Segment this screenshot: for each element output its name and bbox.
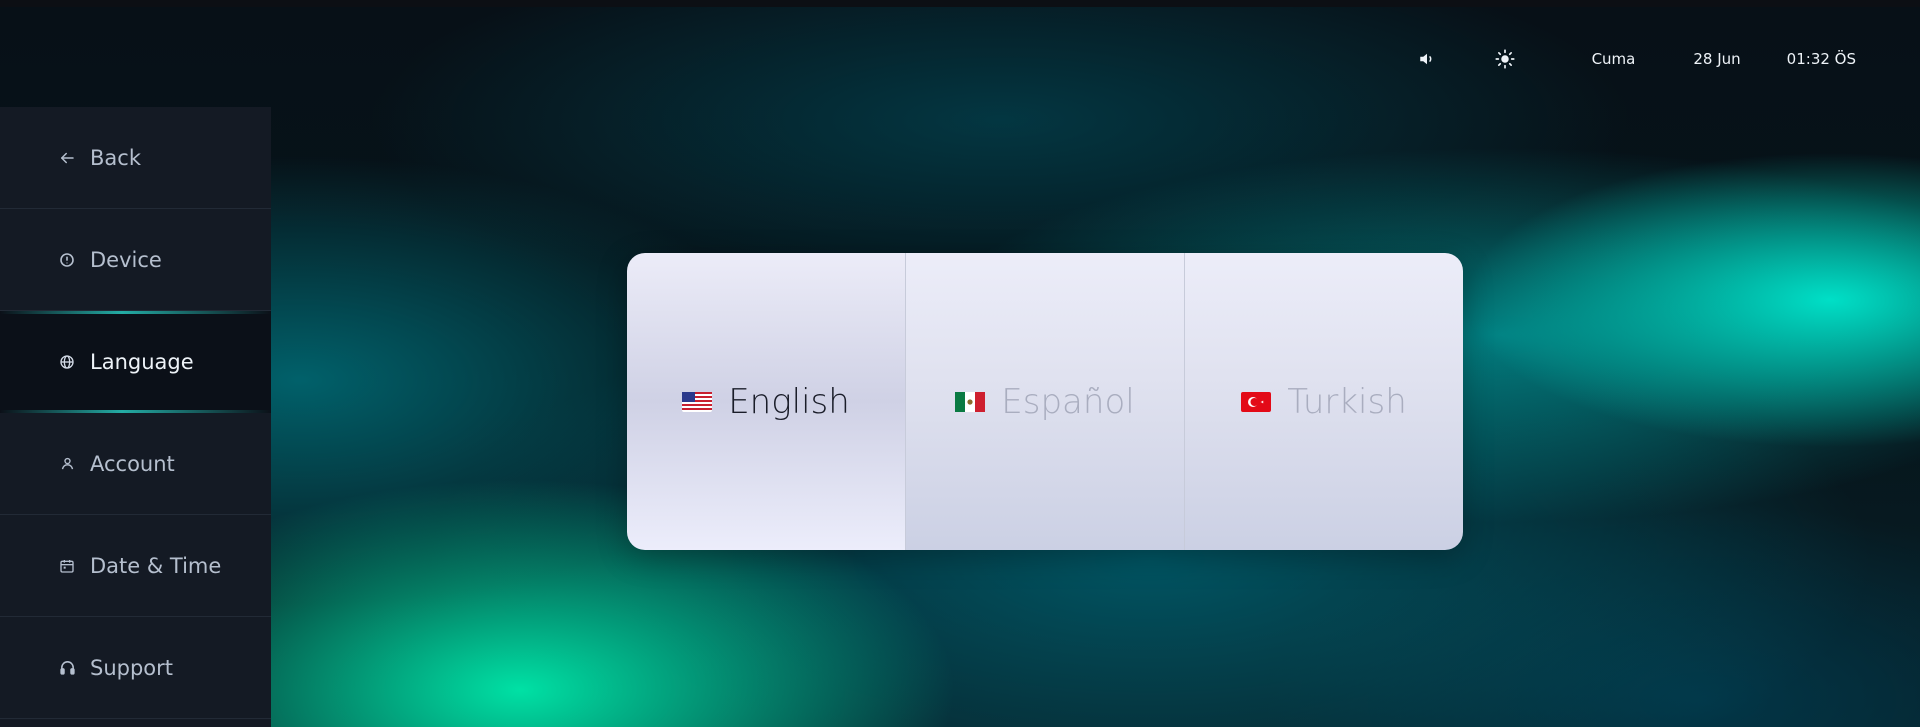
language-label: Español (1001, 381, 1135, 422)
language-selector: English Español Turkish (627, 253, 1463, 550)
calendar-icon (58, 557, 76, 575)
sun-icon[interactable] (1494, 48, 1516, 70)
sidebar-item-device[interactable]: Device (0, 209, 271, 311)
info-icon (58, 251, 76, 269)
sidebar-item-label: Back (90, 145, 141, 170)
time-label: 01:32 ÖS (1786, 50, 1856, 68)
date-label: 28 Jun (1693, 50, 1741, 68)
status-bar: Cuma 28 Jun 01:32 ÖS (1416, 44, 1856, 74)
sidebar-item-label: Account (90, 451, 175, 476)
sidebar-item-label: Language (90, 350, 194, 374)
sidebar-item-support[interactable]: Support (0, 617, 271, 719)
sidebar-item-account[interactable]: Account (0, 413, 271, 515)
sidebar-item-date-time[interactable]: Date & Time (0, 515, 271, 617)
top-strip (0, 0, 1920, 7)
mexico-flag-icon (955, 391, 986, 412)
us-flag-icon (682, 391, 713, 412)
language-label: English (728, 381, 850, 422)
sidebar-item-language[interactable]: Language (0, 311, 271, 413)
settings-sidebar: Back Device Language Account Date & Time… (0, 107, 271, 727)
language-option-espanol[interactable]: Español (905, 253, 1184, 550)
headphones-icon (58, 659, 76, 677)
sidebar-item-label: Date & Time (90, 553, 222, 578)
speaker-icon[interactable] (1416, 48, 1438, 70)
day-label: Cuma (1591, 50, 1636, 68)
sidebar-item-label: Support (90, 655, 174, 680)
sidebar-item-label: Device (90, 247, 162, 272)
arrow-left-icon (58, 149, 76, 167)
language-option-english[interactable]: English (627, 253, 905, 550)
turkey-flag-icon (1241, 391, 1272, 412)
sidebar-item-back[interactable]: Back (0, 107, 271, 209)
user-icon (58, 455, 76, 473)
language-option-turkish[interactable]: Turkish (1184, 253, 1463, 550)
language-label: Turkish (1287, 381, 1407, 422)
globe-icon (58, 353, 76, 371)
